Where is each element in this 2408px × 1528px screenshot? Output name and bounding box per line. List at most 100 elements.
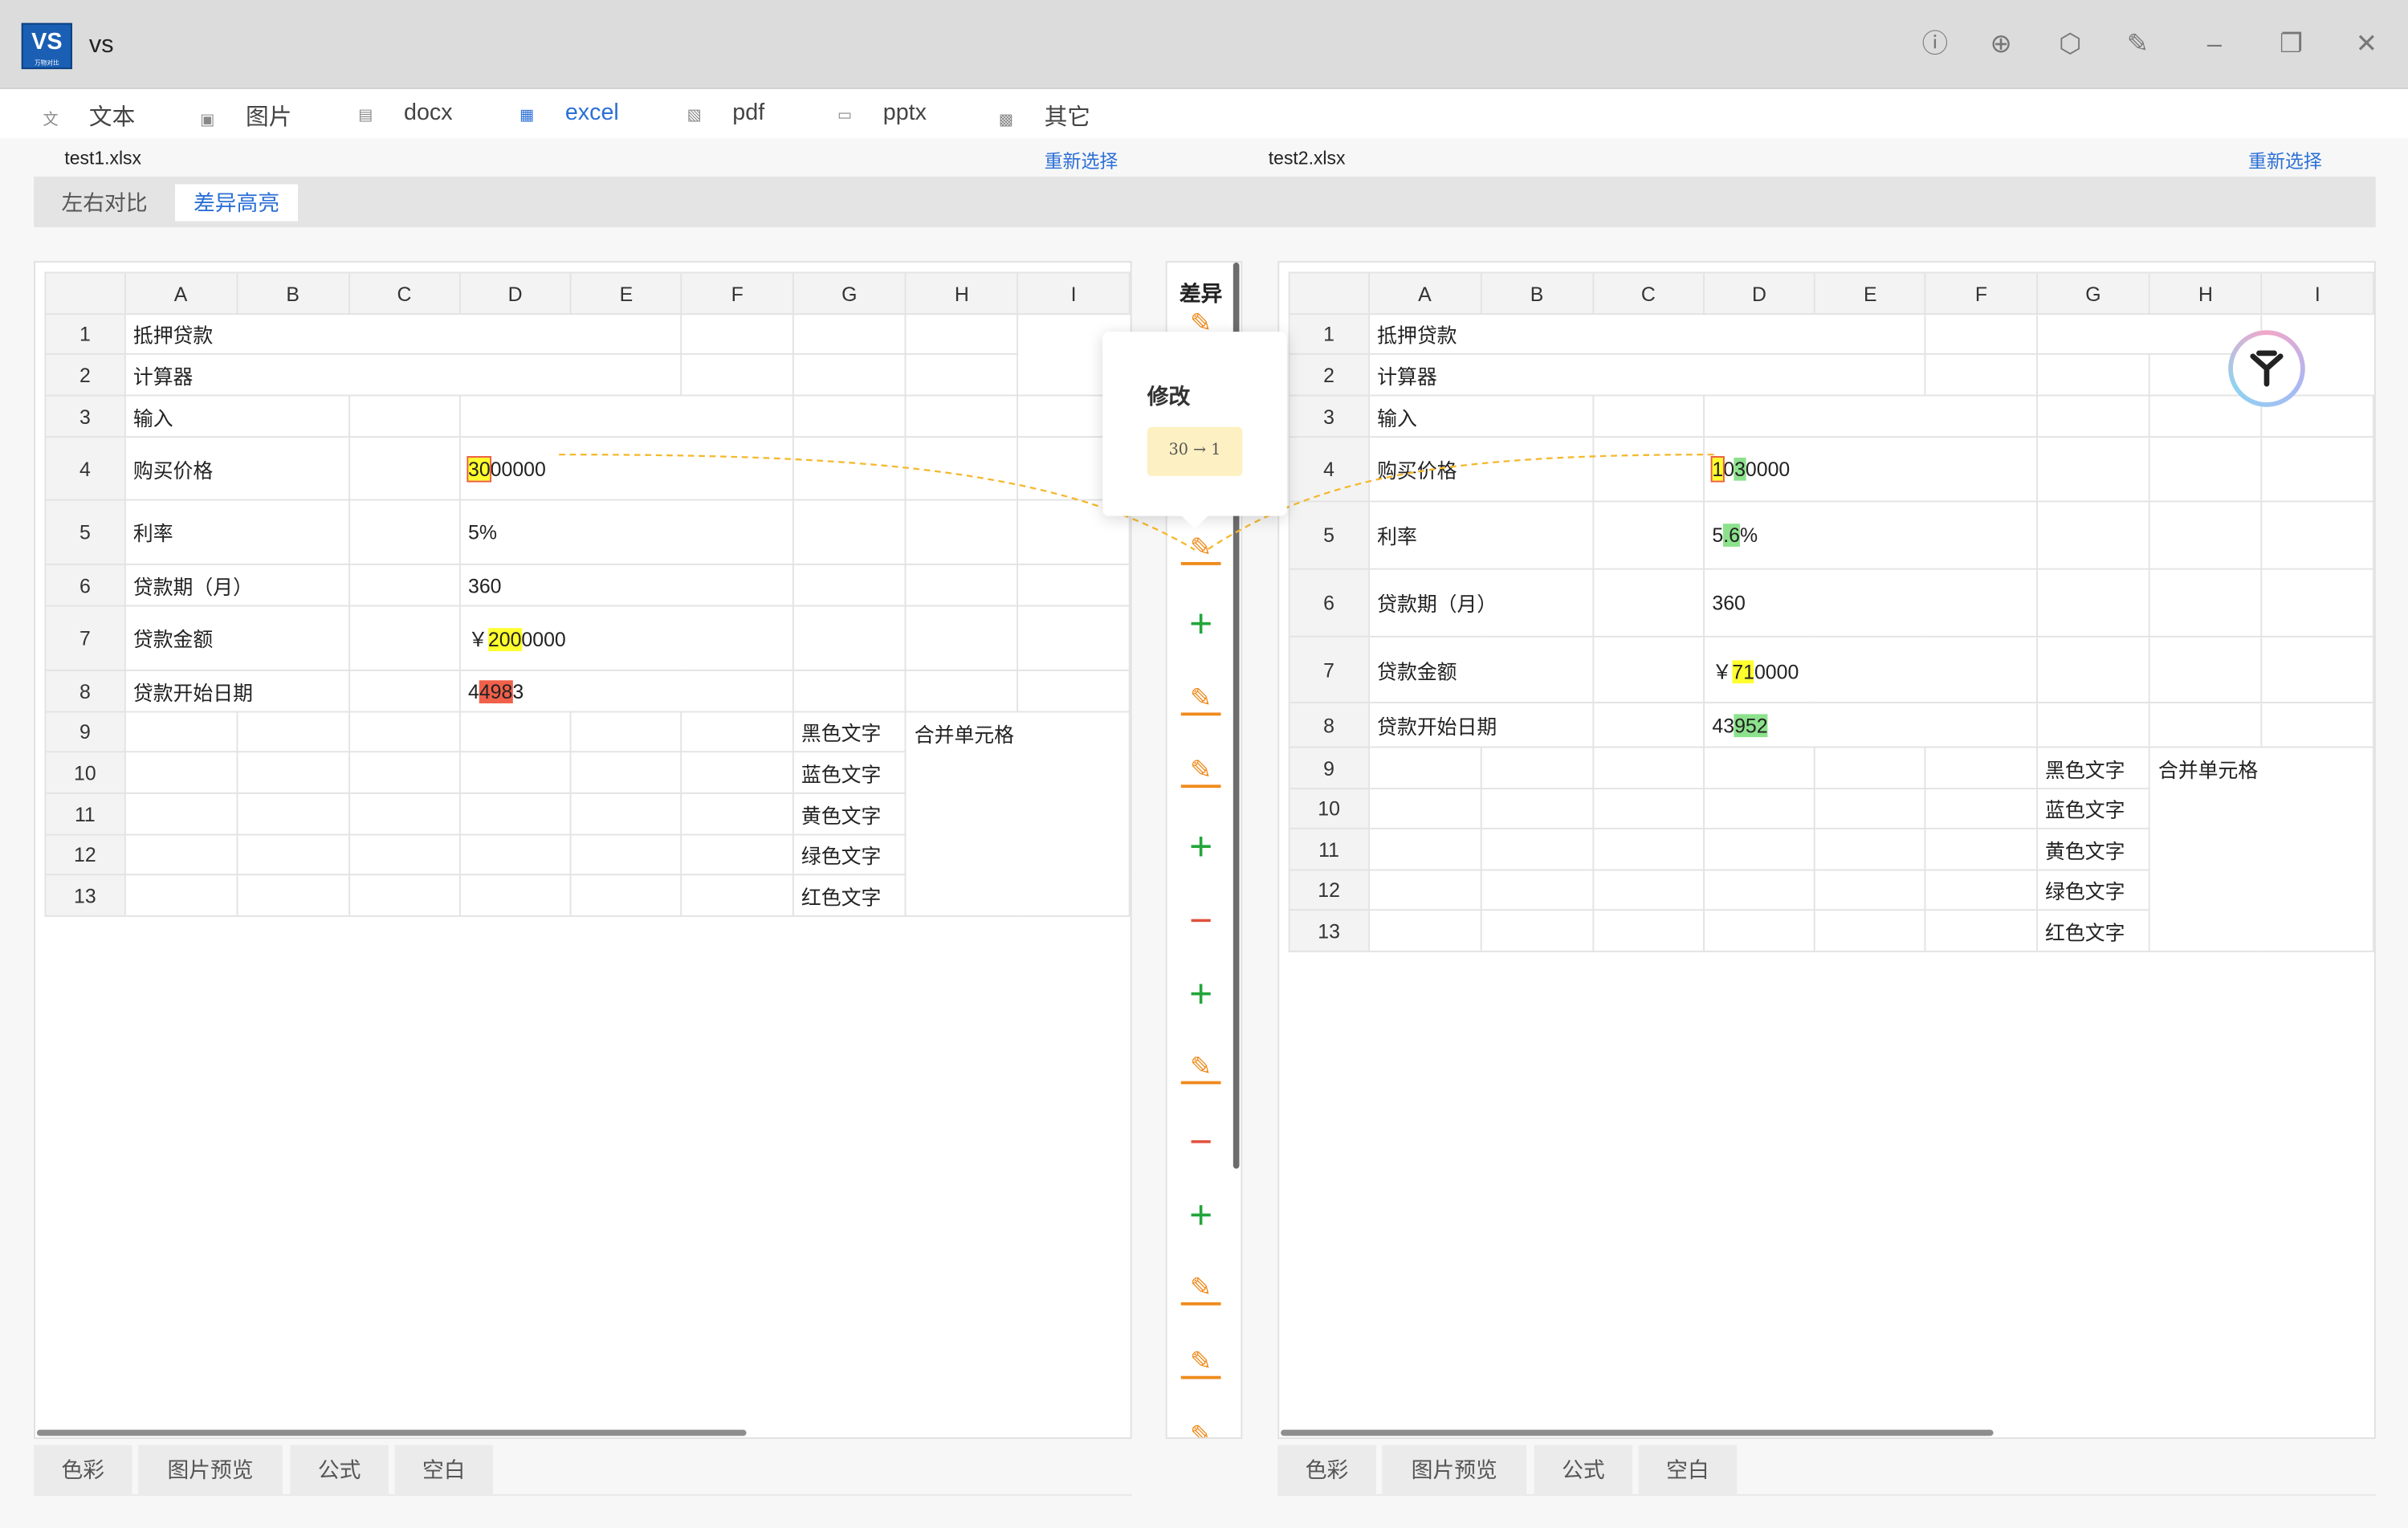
- assistant-float-button[interactable]: [2228, 330, 2305, 407]
- cell[interactable]: [235, 833, 350, 876]
- cell[interactable]: [348, 751, 461, 794]
- cell[interactable]: [2260, 500, 2374, 570]
- cell[interactable]: [458, 792, 572, 836]
- row-number[interactable]: 2: [1288, 352, 1370, 397]
- cell[interactable]: [1814, 827, 1927, 871]
- delete-icon[interactable]: −: [1181, 900, 1221, 940]
- cell[interactable]: [348, 833, 461, 876]
- col-header[interactable]: H: [905, 271, 1019, 316]
- col-header[interactable]: G: [792, 271, 907, 316]
- cell[interactable]: [792, 669, 907, 713]
- cell[interactable]: [905, 669, 1019, 713]
- cell[interactable]: [905, 499, 1019, 565]
- row-number[interactable]: 8: [44, 669, 126, 713]
- restore-icon[interactable]: ❐: [2276, 29, 2306, 59]
- cell[interactable]: [1814, 788, 1927, 829]
- cell-changed[interactable]: 44983: [458, 669, 794, 713]
- cell[interactable]: [348, 499, 461, 565]
- nav-text[interactable]: 文文本: [40, 100, 136, 131]
- modify-icon[interactable]: ✎: [1180, 1047, 1221, 1085]
- col-header[interactable]: C: [348, 271, 461, 316]
- row-number[interactable]: 12: [1288, 869, 1370, 911]
- cell[interactable]: [1591, 394, 1705, 438]
- row-number[interactable]: 6: [44, 563, 126, 607]
- cell[interactable]: [2035, 352, 2151, 397]
- cell[interactable]: [2149, 394, 2263, 438]
- cell[interactable]: 抵押贷款: [1367, 313, 1927, 355]
- cell[interactable]: [124, 874, 238, 917]
- cell[interactable]: [348, 711, 461, 753]
- row-number[interactable]: 1: [44, 313, 126, 355]
- cell[interactable]: [458, 874, 572, 917]
- cell[interactable]: 抵押贷款: [124, 313, 683, 355]
- col-header[interactable]: F: [681, 271, 794, 316]
- cell[interactable]: 绿色文字: [2035, 869, 2151, 911]
- delete-icon[interactable]: −: [1181, 1121, 1221, 1161]
- cell[interactable]: [905, 313, 1019, 355]
- row-number[interactable]: 7: [1288, 635, 1370, 703]
- tab-color[interactable]: 色彩: [1277, 1444, 1376, 1496]
- cell[interactable]: [458, 833, 572, 876]
- modify-icon[interactable]: ✎: [1180, 528, 1221, 565]
- cell[interactable]: [681, 352, 794, 397]
- col-header[interactable]: D: [1702, 271, 1816, 316]
- cell[interactable]: 输入: [124, 394, 350, 438]
- cell[interactable]: [569, 792, 683, 836]
- modify-icon[interactable]: ✎: [1181, 1416, 1221, 1437]
- add-icon[interactable]: +: [1181, 974, 1221, 1014]
- cell[interactable]: [569, 711, 683, 753]
- merged-cell[interactable]: 合并单元格: [2149, 746, 2374, 952]
- cell[interactable]: [2035, 313, 2263, 355]
- cell[interactable]: [235, 874, 350, 917]
- cell[interactable]: [1702, 909, 1816, 952]
- cell[interactable]: [2149, 568, 2263, 638]
- cell[interactable]: [2035, 436, 2151, 503]
- cell[interactable]: 购买价格: [124, 436, 350, 501]
- cell[interactable]: [1591, 635, 1705, 703]
- cell[interactable]: 蓝色文字: [792, 751, 907, 794]
- row-number[interactable]: 3: [44, 394, 126, 438]
- cell[interactable]: 红色文字: [792, 874, 907, 917]
- cell[interactable]: [2035, 568, 2151, 638]
- cell[interactable]: [1591, 827, 1705, 871]
- cell[interactable]: [1480, 869, 1594, 911]
- cell[interactable]: [905, 394, 1019, 438]
- row-number[interactable]: 9: [1288, 746, 1370, 790]
- col-header[interactable]: D: [458, 271, 572, 316]
- col-header[interactable]: E: [1814, 271, 1927, 316]
- cell[interactable]: 计算器: [124, 352, 683, 397]
- cell[interactable]: 蓝色文字: [2035, 788, 2151, 829]
- right-horizontal-scrollbar[interactable]: [1281, 1429, 1994, 1436]
- cell[interactable]: [1017, 563, 1131, 607]
- row-number[interactable]: 13: [1288, 909, 1370, 952]
- cell-changed[interactable]: 43952: [1702, 702, 2038, 748]
- cell[interactable]: [792, 352, 907, 397]
- tab-diff-highlight[interactable]: 差异高亮: [175, 184, 299, 222]
- cell[interactable]: [348, 605, 461, 671]
- cell[interactable]: [792, 394, 907, 438]
- cell[interactable]: [681, 711, 794, 753]
- cell[interactable]: [1925, 788, 2038, 829]
- row-number[interactable]: 2: [44, 352, 126, 397]
- cell[interactable]: 输入: [1367, 394, 1594, 438]
- minimize-icon[interactable]: –: [2199, 29, 2230, 59]
- cell[interactable]: [569, 751, 683, 794]
- cell-changed[interactable]: ￥710000: [1702, 635, 2038, 703]
- cell[interactable]: [458, 711, 572, 753]
- cell[interactable]: [1591, 568, 1705, 638]
- corner-cell[interactable]: [44, 271, 126, 316]
- nav-docx[interactable]: ▤ docx: [355, 100, 452, 130]
- cell[interactable]: [1702, 869, 1816, 911]
- cell[interactable]: [1017, 605, 1131, 671]
- cell[interactable]: [235, 792, 350, 836]
- cell[interactable]: 黄色文字: [792, 792, 907, 836]
- cell[interactable]: 黄色文字: [2035, 827, 2151, 871]
- cell[interactable]: [2149, 436, 2263, 503]
- modify-icon[interactable]: ✎: [1180, 678, 1221, 716]
- nav-pptx[interactable]: ▭ pptx: [834, 100, 927, 130]
- col-header[interactable]: H: [2149, 271, 2263, 316]
- nav-image[interactable]: ▣ 图片: [197, 100, 291, 131]
- cell[interactable]: 购买价格: [1367, 436, 1594, 503]
- cell[interactable]: [1925, 869, 2038, 911]
- row-number[interactable]: 3: [1288, 394, 1370, 438]
